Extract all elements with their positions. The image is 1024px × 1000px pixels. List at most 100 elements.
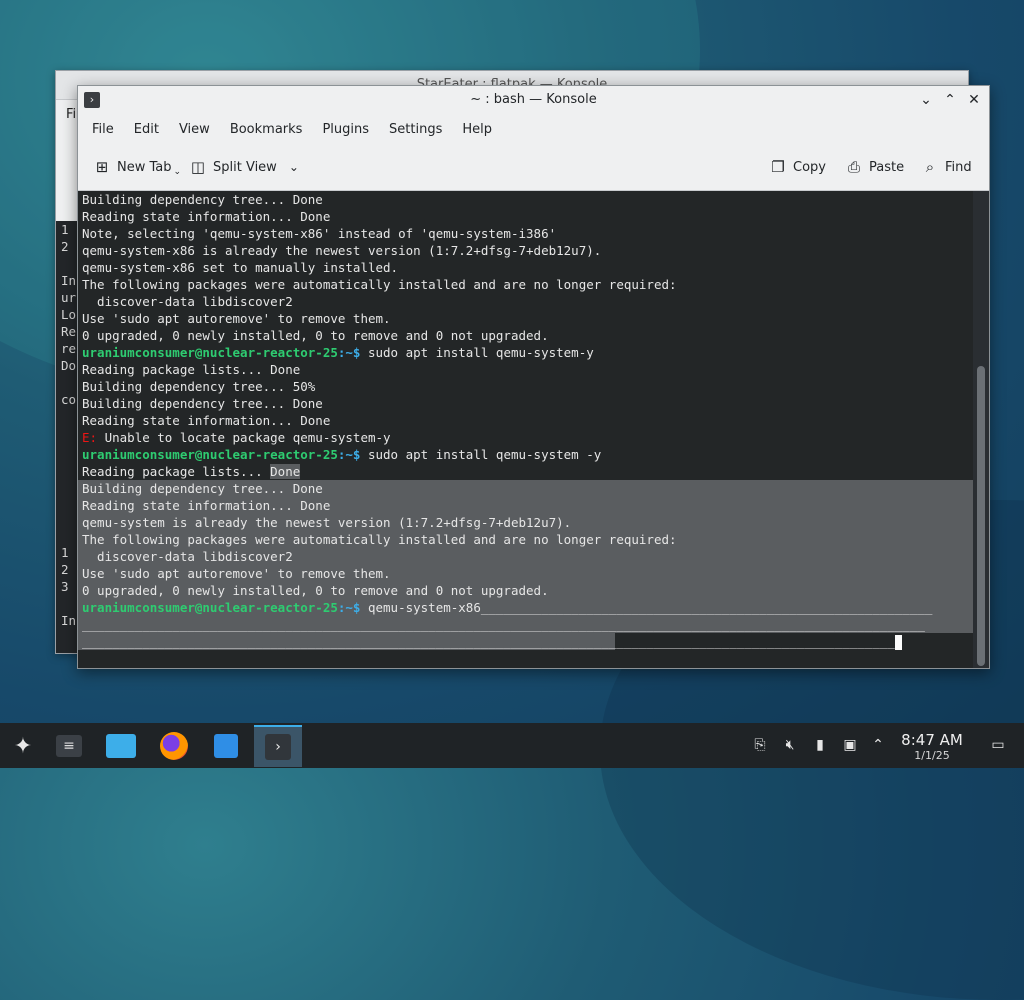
close-button[interactable]: ✕ <box>964 90 984 110</box>
find-label: Find <box>945 159 972 175</box>
terminal-scrollbar[interactable] <box>973 191 989 668</box>
line-text: ________________________________________… <box>82 634 895 649</box>
menu-help[interactable]: Help <box>452 122 502 137</box>
maximize-button[interactable]: ⌃ <box>940 90 960 110</box>
terminal-line: Building dependency tree... Done <box>78 480 973 497</box>
new-tab-dropdown-icon: ⌄ <box>173 167 182 177</box>
paste-icon: ⎙ <box>847 158 860 176</box>
prompt-user: uraniumconsumer@nuclear-reactor-25 <box>82 447 338 462</box>
background-terminal-line: In <box>61 273 77 288</box>
terminal-line: uraniumconsumer@nuclear-reactor-25:~$ su… <box>78 344 973 361</box>
scrollbar-thumb[interactable] <box>977 366 985 666</box>
background-terminal-line <box>56 476 78 493</box>
line-text: The following packages were automaticall… <box>82 277 677 292</box>
prompt-path: :~$ <box>337 600 361 615</box>
background-terminal-line <box>56 459 78 476</box>
background-terminal-line <box>56 493 78 510</box>
background-terminal-line: re <box>61 341 77 356</box>
terminal-line: Reading state information... Done <box>78 412 973 429</box>
terminal-line: qemu-system-x86 set to manually installe… <box>78 259 973 276</box>
discover-store-icon[interactable] <box>205 725 247 767</box>
line-text: Use 'sudo apt autoremove' to remove them… <box>82 566 391 581</box>
line-text: Reading state information... Done <box>82 209 331 224</box>
paste-button[interactable]: ⎙ Paste <box>846 156 904 178</box>
terminal-line: qemu-system-x86 is already the newest ve… <box>78 242 973 259</box>
terminal-line: ________________________________________… <box>78 616 973 633</box>
terminal-line: 0 upgraded, 0 newly installed, 0 to remo… <box>78 327 973 344</box>
split-view-button[interactable]: ◫ Split View ⌄ <box>190 156 299 178</box>
selected-text: Done <box>270 464 301 479</box>
terminal-line: Building dependency tree... 50% <box>78 378 973 395</box>
command-text: sudo apt install qemu-system -y <box>360 447 602 462</box>
split-view-icon: ◫ <box>190 158 206 176</box>
line-text: Building dependency tree... Done <box>82 192 323 207</box>
terminal-line: Use 'sudo apt autoremove' to remove them… <box>78 565 973 582</box>
background-terminal-line <box>56 595 78 612</box>
konsole-window[interactable]: › ~ : bash — Konsole ⌄ ⌃ ✕ File Edit View B… <box>77 85 990 669</box>
terminal-line: Building dependency tree... Done <box>78 395 973 412</box>
copy-icon: ❐ <box>771 158 785 176</box>
menu-settings[interactable]: Settings <box>379 122 452 137</box>
menu-edit[interactable]: Edit <box>124 122 169 137</box>
window-title: ~ : bash — Konsole <box>470 92 597 107</box>
new-tab-label: New Tab <box>117 159 172 175</box>
line-text: qemu-system is already the newest versio… <box>82 515 572 530</box>
copy-button[interactable]: ❐ Copy <box>770 156 826 178</box>
line-text: Use 'sudo apt autoremove' to remove them… <box>82 311 391 326</box>
firefox-icon[interactable] <box>153 725 195 767</box>
file-manager-icon[interactable] <box>100 725 142 767</box>
menu-file[interactable]: File <box>82 122 124 137</box>
terminal-line: The following packages were automaticall… <box>78 531 973 548</box>
terminal-line: Use 'sudo apt autoremove' to remove them… <box>78 310 973 327</box>
line-text: The following packages were automaticall… <box>82 532 677 547</box>
background-terminal-line: 1 <box>61 222 69 237</box>
error-prefix: E: <box>82 430 98 445</box>
volume-muted-icon[interactable]: 🔇︎ <box>780 735 800 755</box>
background-terminal-line <box>56 510 78 527</box>
find-button[interactable]: ⌕ Find <box>922 156 972 178</box>
terminal-line: Reading state information... Done <box>78 208 973 225</box>
app-launcher-icon[interactable]: ✦ <box>2 725 44 767</box>
background-terminal-line: 2 <box>61 562 69 577</box>
expand-tray-icon[interactable]: ⌃ <box>868 735 888 755</box>
window-titlebar[interactable]: › ~ : bash — Konsole ⌄ ⌃ ✕ <box>78 86 989 114</box>
line-text: qemu-system-x86 is already the newest ve… <box>82 243 602 258</box>
background-terminal-line <box>56 425 78 442</box>
network-icon[interactable]: ▣ <box>840 735 860 755</box>
line-text: Building dependency tree... Done <box>82 396 323 411</box>
command-text: qemu-system-x86_________________________… <box>360 600 933 615</box>
split-view-label: Split View <box>213 159 277 175</box>
terminal-cursor <box>894 635 902 650</box>
new-tab-button[interactable]: ⊞ New Tab ⌄ <box>94 156 181 178</box>
minimize-button[interactable]: ⌄ <box>916 90 936 110</box>
konsole-task-icon[interactable]: › <box>254 725 302 767</box>
show-desktop-icon[interactable]: ▭ <box>988 735 1008 755</box>
terminal-line: Reading state information... Done <box>78 497 973 514</box>
clock-time: 8:47 AM <box>901 731 963 749</box>
line-text: 0 upgraded, 0 newly installed, 0 to remo… <box>82 583 549 598</box>
menu-bookmarks[interactable]: Bookmarks <box>220 122 313 137</box>
line-text: Unable to locate package qemu-system-y <box>97 430 391 445</box>
terminal-output[interactable]: Building dependency tree... Done Reading … <box>78 191 973 668</box>
usb-icon[interactable]: ▮ <box>810 735 830 755</box>
background-terminal-line <box>56 408 78 425</box>
clipboard-icon[interactable]: ⎘ <box>750 735 770 755</box>
terminal-line: Building dependency tree... Done <box>78 191 973 208</box>
line-text: discover-data libdiscover2 <box>82 294 293 309</box>
line-text: 0 upgraded, 0 newly installed, 0 to remo… <box>82 328 549 343</box>
background-window-menu-fragment[interactable]: Fi <box>66 107 76 122</box>
system-settings-icon[interactable]: ≡ <box>48 725 90 767</box>
terminal-line: discover-data libdiscover2 <box>78 548 973 565</box>
menu-view[interactable]: View <box>169 122 220 137</box>
clock[interactable]: 8:47 AM 1/1/25 <box>893 731 971 763</box>
line-text: Note, selecting 'qemu-system-x86' instea… <box>82 226 557 241</box>
background-terminal-line: In <box>61 613 77 628</box>
split-view-dropdown-icon: ⌄ <box>288 160 299 174</box>
background-terminal[interactable]: 1 2 In ur Lo Re re Do co 1 2 3 In <box>56 221 78 653</box>
paste-label: Paste <box>869 159 905 175</box>
menu-plugins[interactable]: Plugins <box>312 122 379 137</box>
terminal-line: uraniumconsumer@nuclear-reactor-25:~$ su… <box>78 446 973 463</box>
background-terminal-line: ur <box>61 290 77 305</box>
prompt-path: :~$ <box>337 447 361 462</box>
line-text: ________________________________________… <box>82 617 925 632</box>
